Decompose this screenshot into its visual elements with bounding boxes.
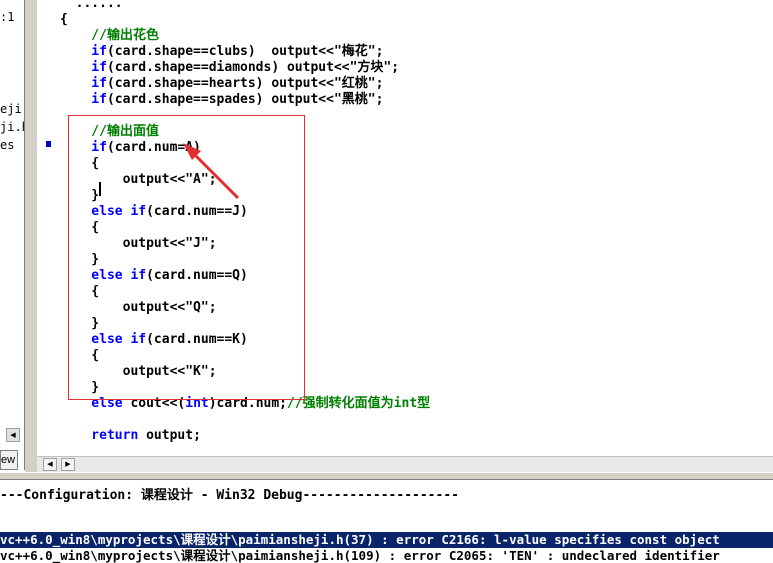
file-view-tab[interactable]: ew: [0, 450, 18, 470]
file-tree-panel[interactable]: :1 eji.l ji.h es ◀ ew: [0, 0, 25, 470]
code-text: output;: [138, 428, 201, 443]
build-config-line: ---Configuration: 课程设计 - Win32 Debug----…: [0, 488, 459, 503]
scroll-right-button[interactable]: ▶: [61, 458, 75, 471]
code-keyword: if: [60, 60, 107, 75]
error-row-selected[interactable]: vc++6.0_win8\myprojects\课程设计\paimianshej…: [0, 532, 773, 548]
code-text: (card.shape==spades) output<<"黑桃";: [106, 92, 384, 107]
code-comment: //强制转化面值为int型: [287, 396, 431, 411]
code-text: (card.shape==clubs) output<<"梅花";: [106, 44, 384, 59]
code-line[interactable]: if(card.shape==diamonds) output<<"方块";: [60, 60, 399, 76]
tree-item[interactable]: es: [0, 138, 14, 152]
code-comment: //输出花色: [60, 28, 159, 43]
code-text: (card.shape==hearts) output<<"红桃";: [106, 76, 384, 91]
editor-gutter: [37, 0, 51, 456]
horizontal-scrollbar[interactable]: ◀ ▶: [37, 456, 773, 472]
annotation-highlight-box: [68, 115, 305, 400]
code-line[interactable]: if(card.shape==spades) output<<"黑桃";: [60, 92, 383, 108]
tree-item[interactable]: ji.h: [0, 120, 24, 134]
error-row[interactable]: vc++6.0_win8\myprojects\课程设计\paimianshej…: [0, 548, 773, 563]
code-keyword: if: [60, 92, 107, 107]
pane-splitter[interactable]: [0, 472, 773, 480]
code-keyword: if: [60, 44, 107, 59]
scroll-left-icon[interactable]: ◀: [6, 428, 20, 442]
code-line[interactable]: if(card.shape==clubs) output<<"梅花";: [60, 44, 383, 60]
code-line[interactable]: return output;: [60, 428, 201, 444]
code-line[interactable]: {: [60, 12, 68, 28]
code-line[interactable]: //输出花色: [60, 28, 159, 44]
tree-item[interactable]: eji.l: [0, 102, 24, 116]
code-text: (card.shape==diamonds) output<<"方块";: [106, 60, 400, 75]
tree-item[interactable]: :1: [0, 10, 14, 24]
scroll-left-button[interactable]: ◀: [43, 458, 57, 471]
code-keyword: if: [60, 76, 107, 91]
code-line[interactable]: ......: [60, 0, 138, 12]
code-line[interactable]: if(card.shape==hearts) output<<"红桃";: [60, 76, 383, 92]
splitter[interactable]: [25, 0, 37, 472]
code-text: {: [60, 12, 68, 27]
code-text: ......: [60, 0, 139, 11]
code-keyword: return: [60, 428, 139, 443]
build-output-pane[interactable]: ---Configuration: 课程设计 - Win32 Debug----…: [0, 480, 773, 563]
